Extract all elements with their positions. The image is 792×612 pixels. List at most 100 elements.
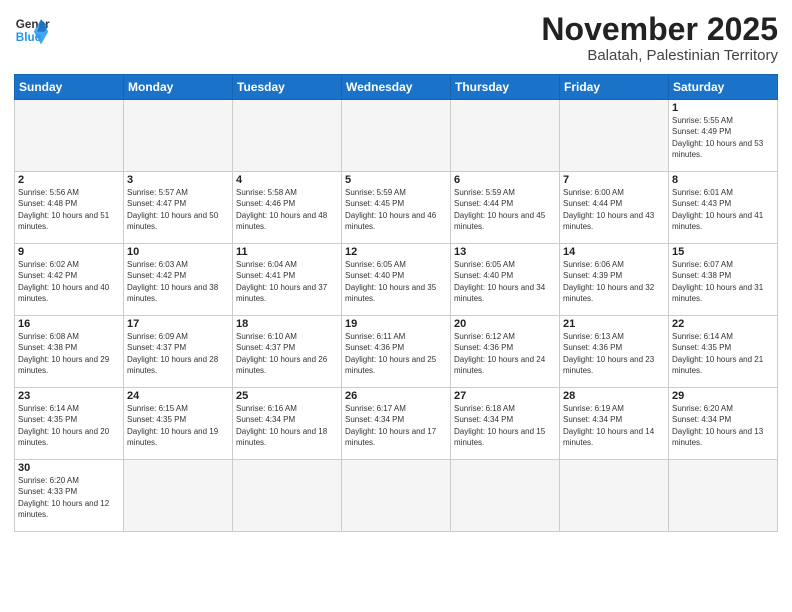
day-number-25: 25 xyxy=(236,390,338,402)
day-cell-7: 7 Sunrise: 6:00 AMSunset: 4:44 PMDayligh… xyxy=(560,172,669,244)
empty-cell xyxy=(451,100,560,172)
day-info-18: Sunrise: 6:10 AMSunset: 4:37 PMDaylight:… xyxy=(236,331,338,376)
day-info-27: Sunrise: 6:18 AMSunset: 4:34 PMDaylight:… xyxy=(454,403,556,448)
header-friday: Friday xyxy=(560,75,669,100)
empty-cell xyxy=(233,460,342,532)
weekday-header-row: Sunday Monday Tuesday Wednesday Thursday… xyxy=(15,75,778,100)
day-cell-6: 6 Sunrise: 5:59 AMSunset: 4:44 PMDayligh… xyxy=(451,172,560,244)
page: General Blue November 2025 Balatah, Pale… xyxy=(0,0,792,612)
day-number-5: 5 xyxy=(345,174,447,186)
day-cell-9: 9 Sunrise: 6:02 AMSunset: 4:42 PMDayligh… xyxy=(15,244,124,316)
day-number-22: 22 xyxy=(672,318,774,330)
header-monday: Monday xyxy=(124,75,233,100)
day-cell-20: 20 Sunrise: 6:12 AMSunset: 4:36 PMDaylig… xyxy=(451,316,560,388)
day-cell-10: 10 Sunrise: 6:03 AMSunset: 4:42 PMDaylig… xyxy=(124,244,233,316)
day-cell-15: 15 Sunrise: 6:07 AMSunset: 4:38 PMDaylig… xyxy=(669,244,778,316)
title-block: November 2025 Balatah, Palestinian Terri… xyxy=(541,12,778,64)
day-cell-30: 30 Sunrise: 6:20 AMSunset: 4:33 PMDaylig… xyxy=(15,460,124,532)
day-number-19: 19 xyxy=(345,318,447,330)
day-cell-18: 18 Sunrise: 6:10 AMSunset: 4:37 PMDaylig… xyxy=(233,316,342,388)
day-cell-24: 24 Sunrise: 6:15 AMSunset: 4:35 PMDaylig… xyxy=(124,388,233,460)
day-cell-8: 8 Sunrise: 6:01 AMSunset: 4:43 PMDayligh… xyxy=(669,172,778,244)
day-number-3: 3 xyxy=(127,174,229,186)
day-number-2: 2 xyxy=(18,174,120,186)
day-cell-11: 11 Sunrise: 6:04 AMSunset: 4:41 PMDaylig… xyxy=(233,244,342,316)
cal-row-2: 2 Sunrise: 5:56 AMSunset: 4:48 PMDayligh… xyxy=(15,172,778,244)
day-number-18: 18 xyxy=(236,318,338,330)
day-cell-5: 5 Sunrise: 5:59 AMSunset: 4:45 PMDayligh… xyxy=(342,172,451,244)
day-cell-4: 4 Sunrise: 5:58 AMSunset: 4:46 PMDayligh… xyxy=(233,172,342,244)
day-cell-16: 16 Sunrise: 6:08 AMSunset: 4:38 PMDaylig… xyxy=(15,316,124,388)
day-info-22: Sunrise: 6:14 AMSunset: 4:35 PMDaylight:… xyxy=(672,331,774,376)
day-number-12: 12 xyxy=(345,246,447,258)
day-cell-22: 22 Sunrise: 6:14 AMSunset: 4:35 PMDaylig… xyxy=(669,316,778,388)
day-info-20: Sunrise: 6:12 AMSunset: 4:36 PMDaylight:… xyxy=(454,331,556,376)
day-info-14: Sunrise: 6:06 AMSunset: 4:39 PMDaylight:… xyxy=(563,259,665,304)
empty-cell xyxy=(124,100,233,172)
day-info-24: Sunrise: 6:15 AMSunset: 4:35 PMDaylight:… xyxy=(127,403,229,448)
empty-cell xyxy=(669,460,778,532)
day-cell-3: 3 Sunrise: 5:57 AMSunset: 4:47 PMDayligh… xyxy=(124,172,233,244)
day-number-28: 28 xyxy=(563,390,665,402)
day-number-11: 11 xyxy=(236,246,338,258)
day-number-9: 9 xyxy=(18,246,120,258)
month-title: November 2025 xyxy=(541,12,778,47)
day-number-21: 21 xyxy=(563,318,665,330)
day-number-16: 16 xyxy=(18,318,120,330)
day-number-17: 17 xyxy=(127,318,229,330)
day-info-9: Sunrise: 6:02 AMSunset: 4:42 PMDaylight:… xyxy=(18,259,120,304)
header-wednesday: Wednesday xyxy=(342,75,451,100)
day-info-26: Sunrise: 6:17 AMSunset: 4:34 PMDaylight:… xyxy=(345,403,447,448)
day-info-23: Sunrise: 6:14 AMSunset: 4:35 PMDaylight:… xyxy=(18,403,120,448)
empty-cell xyxy=(233,100,342,172)
day-info-12: Sunrise: 6:05 AMSunset: 4:40 PMDaylight:… xyxy=(345,259,447,304)
day-info-5: Sunrise: 5:59 AMSunset: 4:45 PMDaylight:… xyxy=(345,187,447,232)
day-info-28: Sunrise: 6:19 AMSunset: 4:34 PMDaylight:… xyxy=(563,403,665,448)
day-number-24: 24 xyxy=(127,390,229,402)
day-cell-1: 1 Sunrise: 5:55 AMSunset: 4:49 PMDayligh… xyxy=(669,100,778,172)
day-number-6: 6 xyxy=(454,174,556,186)
day-number-10: 10 xyxy=(127,246,229,258)
day-info-4: Sunrise: 5:58 AMSunset: 4:46 PMDaylight:… xyxy=(236,187,338,232)
day-info-3: Sunrise: 5:57 AMSunset: 4:47 PMDaylight:… xyxy=(127,187,229,232)
day-cell-25: 25 Sunrise: 6:16 AMSunset: 4:34 PMDaylig… xyxy=(233,388,342,460)
day-cell-26: 26 Sunrise: 6:17 AMSunset: 4:34 PMDaylig… xyxy=(342,388,451,460)
day-number-20: 20 xyxy=(454,318,556,330)
day-info-10: Sunrise: 6:03 AMSunset: 4:42 PMDaylight:… xyxy=(127,259,229,304)
day-number-7: 7 xyxy=(563,174,665,186)
cal-row-23: 23 Sunrise: 6:14 AMSunset: 4:35 PMDaylig… xyxy=(15,388,778,460)
empty-cell xyxy=(15,100,124,172)
cal-row-1: 1 Sunrise: 5:55 AMSunset: 4:49 PMDayligh… xyxy=(15,100,778,172)
day-number-27: 27 xyxy=(454,390,556,402)
day-info-8: Sunrise: 6:01 AMSunset: 4:43 PMDaylight:… xyxy=(672,187,774,232)
day-info-2: Sunrise: 5:56 AMSunset: 4:48 PMDaylight:… xyxy=(18,187,120,232)
day-cell-19: 19 Sunrise: 6:11 AMSunset: 4:36 PMDaylig… xyxy=(342,316,451,388)
day-cell-29: 29 Sunrise: 6:20 AMSunset: 4:34 PMDaylig… xyxy=(669,388,778,460)
day-number-4: 4 xyxy=(236,174,338,186)
day-info-30: Sunrise: 6:20 AMSunset: 4:33 PMDaylight:… xyxy=(18,475,120,520)
day-cell-17: 17 Sunrise: 6:09 AMSunset: 4:37 PMDaylig… xyxy=(124,316,233,388)
logo: General Blue xyxy=(14,12,50,48)
day-info-21: Sunrise: 6:13 AMSunset: 4:36 PMDaylight:… xyxy=(563,331,665,376)
day-number-1: 1 xyxy=(672,102,774,114)
day-number-23: 23 xyxy=(18,390,120,402)
day-info-29: Sunrise: 6:20 AMSunset: 4:34 PMDaylight:… xyxy=(672,403,774,448)
day-info-13: Sunrise: 6:05 AMSunset: 4:40 PMDaylight:… xyxy=(454,259,556,304)
day-cell-14: 14 Sunrise: 6:06 AMSunset: 4:39 PMDaylig… xyxy=(560,244,669,316)
cal-row-16: 16 Sunrise: 6:08 AMSunset: 4:38 PMDaylig… xyxy=(15,316,778,388)
location-subtitle: Balatah, Palestinian Territory xyxy=(541,47,778,64)
day-number-30: 30 xyxy=(18,462,120,474)
day-info-25: Sunrise: 6:16 AMSunset: 4:34 PMDaylight:… xyxy=(236,403,338,448)
empty-cell xyxy=(124,460,233,532)
calendar: Sunday Monday Tuesday Wednesday Thursday… xyxy=(14,74,778,532)
empty-cell xyxy=(451,460,560,532)
cal-row-30: 30 Sunrise: 6:20 AMSunset: 4:33 PMDaylig… xyxy=(15,460,778,532)
day-info-16: Sunrise: 6:08 AMSunset: 4:38 PMDaylight:… xyxy=(18,331,120,376)
day-number-8: 8 xyxy=(672,174,774,186)
logo-icon: General Blue xyxy=(14,12,50,48)
empty-cell xyxy=(560,100,669,172)
day-info-17: Sunrise: 6:09 AMSunset: 4:37 PMDaylight:… xyxy=(127,331,229,376)
day-number-26: 26 xyxy=(345,390,447,402)
day-info-7: Sunrise: 6:00 AMSunset: 4:44 PMDaylight:… xyxy=(563,187,665,232)
day-info-19: Sunrise: 6:11 AMSunset: 4:36 PMDaylight:… xyxy=(345,331,447,376)
